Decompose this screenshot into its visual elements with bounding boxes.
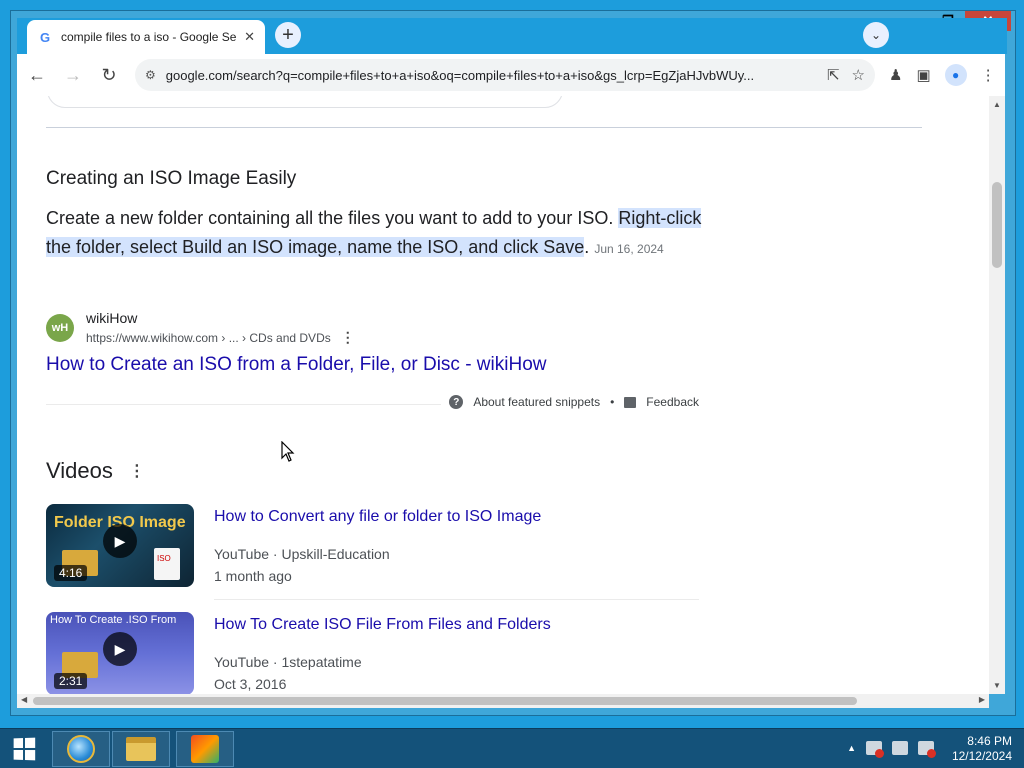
snippet-footer: ? About featured snippets • Feedback xyxy=(46,395,699,409)
result-options-icon[interactable]: ⋮ xyxy=(341,329,355,346)
new-tab-button[interactable]: + xyxy=(275,22,301,48)
source-url: https://www.wikihow.com › ... › CDs and … xyxy=(86,330,331,345)
tab-close-icon[interactable]: ✕ xyxy=(244,29,255,45)
security-flag-icon[interactable] xyxy=(866,741,884,758)
videos-section-heading: Videos ⋮ xyxy=(46,458,145,484)
snippet-source[interactable]: wH wikiHow https://www.wikihow.com › ...… xyxy=(46,310,355,346)
address-bar-url: google.com/search?q=compile+files+to+a+i… xyxy=(165,67,755,83)
source-url-row: https://www.wikihow.com › ... › CDs and … xyxy=(86,329,355,346)
video-duration: 2:31 xyxy=(54,673,88,689)
side-panel-icon[interactable]: ▣ xyxy=(916,66,930,84)
scroll-up-arrow-icon[interactable]: ▲ xyxy=(993,100,1001,109)
forward-button[interactable]: → xyxy=(57,59,89,91)
video-thumbnail[interactable]: How To Create .ISO From ▶ 2:31 xyxy=(46,612,194,694)
file-explorer-icon xyxy=(126,737,156,761)
address-bar-actions: ⇱ ☆ xyxy=(827,66,865,84)
network-icon[interactable] xyxy=(892,741,908,755)
tab-active[interactable]: G compile files to a iso - Google Se ✕ xyxy=(27,20,265,54)
windows-logo-icon xyxy=(13,737,36,761)
snippet-text-plain: Create a new folder containing all the f… xyxy=(46,208,619,228)
browser-toolbar: ← → ↻ ⚙ google.com/search?q=compile+file… xyxy=(17,54,1005,96)
video-date: Oct 3, 2016 xyxy=(214,676,287,692)
vertical-scroll-thumb[interactable] xyxy=(992,182,1002,268)
video-duration: 4:16 xyxy=(54,565,88,581)
section-divider xyxy=(46,127,922,128)
volume-icon[interactable] xyxy=(918,741,936,758)
address-bar[interactable]: ⚙ google.com/search?q=compile+files+to+a… xyxy=(135,59,875,91)
search-box[interactable] xyxy=(47,96,563,108)
video-platform: YouTube xyxy=(214,654,270,670)
app-icon xyxy=(191,735,219,763)
taskbar-explorer-button[interactable] xyxy=(112,731,170,767)
google-favicon-icon: G xyxy=(39,29,51,45)
thumbnail-caption: How To Create .ISO From xyxy=(50,614,177,626)
video-thumbnail[interactable]: Folder ISO Image ISO ▶ 4:16 xyxy=(46,504,194,587)
video-channel: 1stepatatime xyxy=(281,654,362,670)
profile-avatar-icon[interactable]: ● xyxy=(944,64,967,86)
menu-kebab-icon[interactable]: ⋮ xyxy=(981,66,996,84)
snippet-date: Jun 16, 2024 xyxy=(594,242,664,256)
toolbar-icons: ♟ ▣ ● ⋮ xyxy=(889,64,996,86)
share-icon[interactable]: ⇱ xyxy=(827,66,840,84)
tab-search-button[interactable]: ⌄ xyxy=(863,22,889,48)
clock-date: 12/12/2024 xyxy=(951,749,1012,763)
iso-document-graphic: ISO xyxy=(154,548,180,580)
wikihow-logo-icon: wH xyxy=(46,314,74,342)
video-title[interactable]: How To Create ISO File From Files and Fo… xyxy=(214,616,551,634)
snippet-footer-items: ? About featured snippets • Feedback xyxy=(441,395,699,409)
show-hidden-icons-icon[interactable]: ▲ xyxy=(847,743,856,753)
help-icon: ? xyxy=(449,395,464,409)
video-date: 1 month ago xyxy=(214,568,292,584)
horizontal-scroll-thumb[interactable] xyxy=(33,697,857,705)
scroll-right-arrow-icon[interactable]: ▶ xyxy=(979,695,985,704)
back-button[interactable]: ← xyxy=(21,59,53,91)
tab-title: compile files to a iso - Google Se xyxy=(61,30,237,44)
scroll-down-arrow-icon[interactable]: ▼ xyxy=(993,681,1001,690)
videos-options-icon[interactable]: ⋮ xyxy=(129,461,145,481)
videos-title: Videos xyxy=(46,458,113,483)
video-meta: YouTube · Upskill-Education xyxy=(214,546,390,562)
tab-strip: G compile files to a iso - Google Se ✕ +… xyxy=(17,18,1007,54)
scroll-left-arrow-icon[interactable]: ◀ xyxy=(21,695,27,704)
snippet-text-end: . xyxy=(584,237,590,257)
about-featured-snippets-link[interactable]: About featured snippets xyxy=(473,395,600,409)
mouse-cursor-icon xyxy=(281,441,295,462)
video-meta: YouTube · 1stepatatime xyxy=(214,654,362,670)
horizontal-scrollbar[interactable]: ◀ ▶ xyxy=(17,694,989,708)
result-link[interactable]: How to Create an ISO from a Folder, File… xyxy=(46,354,546,376)
play-icon[interactable]: ▶ xyxy=(103,632,137,666)
site-info-icon[interactable]: ⚙ xyxy=(145,68,156,82)
clock-time: 8:46 PM xyxy=(967,734,1012,748)
video-channel: Upskill-Education xyxy=(281,546,390,562)
thumbnail-badge: ISO xyxy=(157,554,171,563)
snippet-text: Create a new folder containing all the f… xyxy=(46,204,706,264)
internet-explorer-icon xyxy=(67,735,95,763)
clock[interactable]: 8:46 PM 12/12/2024 xyxy=(952,734,1012,764)
video-divider xyxy=(214,599,699,600)
page-content: Creating an ISO Image Easily Create a ne… xyxy=(17,96,989,694)
start-button[interactable] xyxy=(4,733,44,765)
play-icon[interactable]: ▶ xyxy=(103,524,137,558)
feedback-link[interactable]: Feedback xyxy=(646,395,699,409)
source-name: wikiHow xyxy=(86,310,138,326)
taskbar: ▲ 8:46 PM 12/12/2024 xyxy=(0,728,1024,768)
taskbar-app-button[interactable] xyxy=(176,731,234,767)
reload-button[interactable]: ↻ xyxy=(93,59,125,91)
bookmark-star-icon[interactable]: ☆ xyxy=(852,66,865,84)
video-platform: YouTube xyxy=(214,546,270,562)
video-title[interactable]: How to Convert any file or folder to ISO… xyxy=(214,508,541,526)
feedback-icon xyxy=(624,396,637,408)
vertical-scrollbar[interactable]: ▲ ▼ xyxy=(989,96,1005,694)
footer-bullet: • xyxy=(610,395,615,409)
system-tray: ▲ xyxy=(847,741,936,758)
snippet-heading: Creating an ISO Image Easily xyxy=(46,168,297,189)
taskbar-ie-button[interactable] xyxy=(52,731,110,767)
extension-icon[interactable]: ♟ xyxy=(889,66,902,84)
